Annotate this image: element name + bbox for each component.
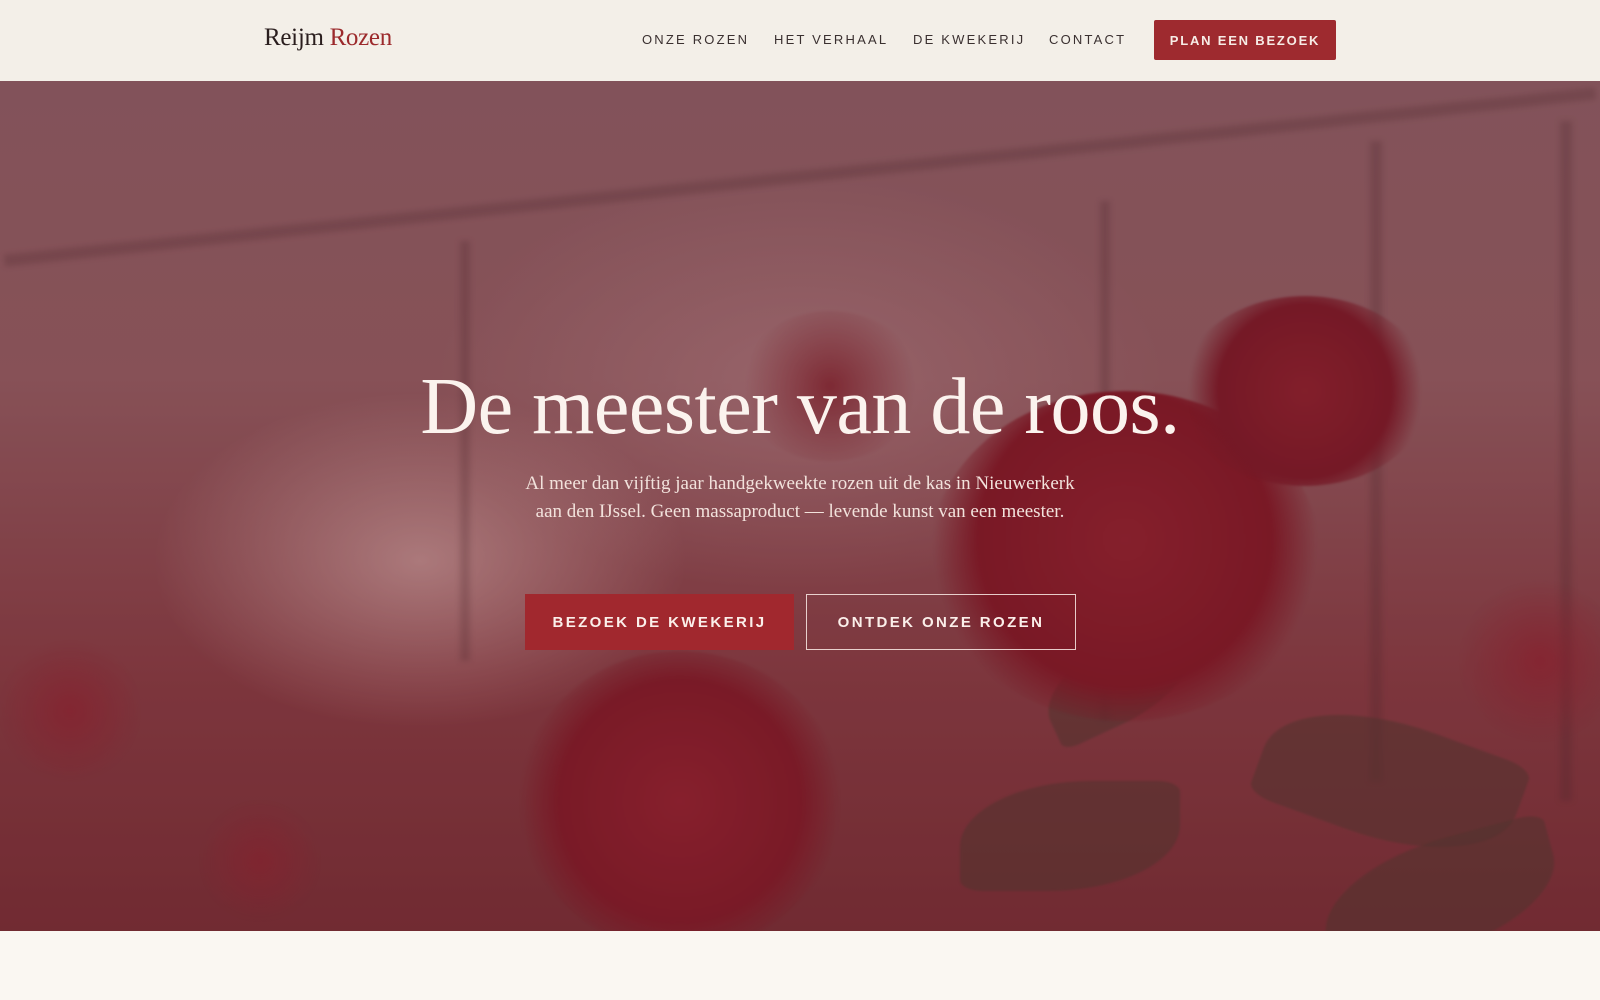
site-header: Reijm Rozen ONZE ROZEN HET VERHAAL DE KW… <box>0 0 1600 81</box>
hero-title: De meester van de roos. <box>420 363 1180 451</box>
logo-name: Reijm <box>264 24 324 51</box>
logo-accent: Rozen <box>329 24 393 51</box>
logo[interactable]: Reijm Rozen <box>264 24 392 52</box>
nav-contact[interactable]: CONTACT <box>1049 32 1126 47</box>
plan-visit-button[interactable]: PLAN EEN BEZOEK <box>1154 20 1336 60</box>
nav-onze-rozen[interactable]: ONZE ROZEN <box>642 32 749 47</box>
nav-het-verhaal[interactable]: HET VERHAAL <box>774 32 888 47</box>
below-hero-section <box>0 931 1600 1000</box>
visit-nursery-button[interactable]: BEZOEK DE KWEKERIJ <box>525 594 794 650</box>
nav-de-kwekerij[interactable]: DE KWEKERIJ <box>913 32 1025 47</box>
hero-subtitle: Al meer dan vijftig jaar handgekweekte r… <box>525 473 1075 522</box>
discover-roses-button[interactable]: ONTDEK ONZE ROZEN <box>806 594 1076 650</box>
